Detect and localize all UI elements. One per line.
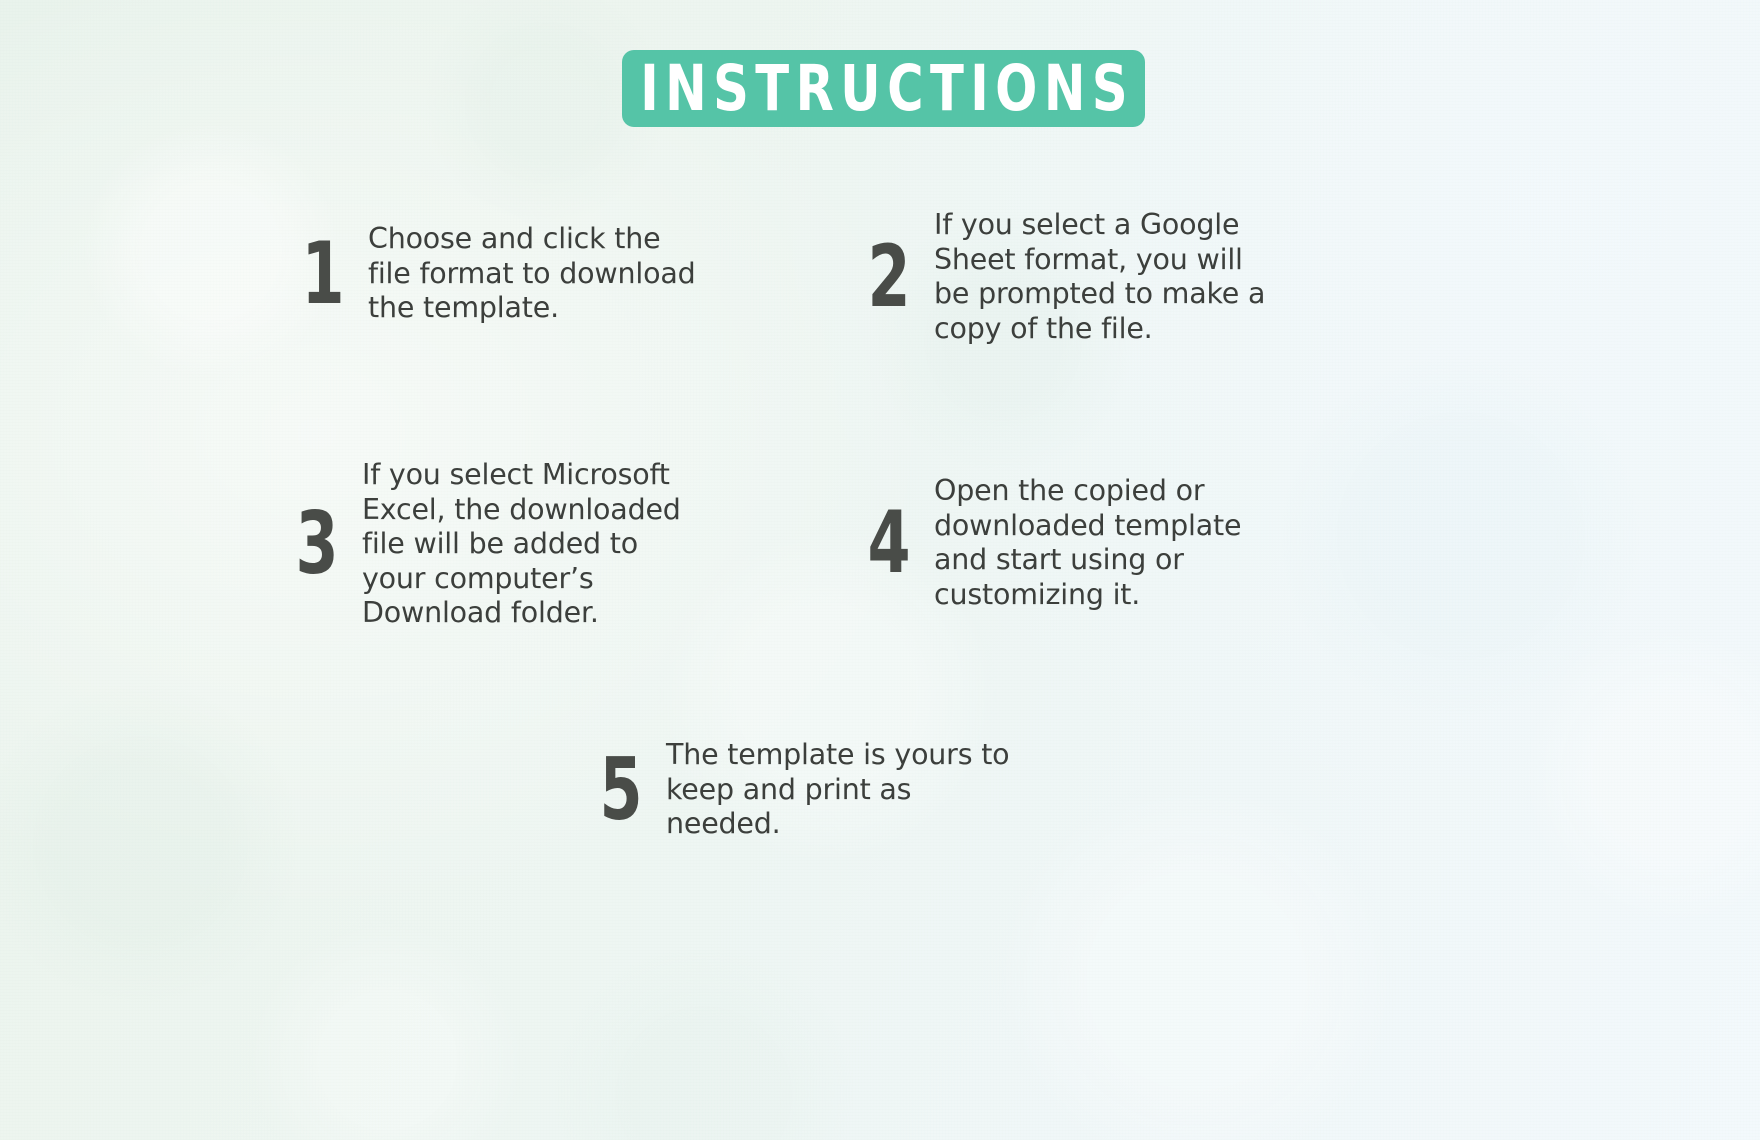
page-title: INSTRUCTIONS: [639, 51, 1134, 126]
step-text-1: Choose and click the file format to down…: [368, 222, 696, 324]
instructions-page: INSTRUCTIONS 1 Choose and click the file…: [0, 0, 1760, 1140]
instructions-title-banner: INSTRUCTIONS: [622, 50, 1145, 127]
step-number-1: 1: [301, 223, 345, 324]
step-number-2: 2: [867, 227, 911, 327]
step-text-2: If you select a Google Sheet format, you…: [934, 208, 1266, 345]
instruction-step-1: 1 Choose and click the file format to do…: [296, 222, 696, 326]
instruction-step-4: 4 Open the copied or downloaded template…: [862, 474, 1241, 612]
instruction-step-2: 2 If you select a Google Sheet format, y…: [862, 208, 1265, 346]
step-number-4: 4: [867, 493, 911, 593]
step-text-5: The template is yours to keep and print …: [666, 738, 1010, 840]
instruction-step-5: 5 The template is yours to keep and prin…: [594, 738, 1009, 842]
instruction-step-3: 3 If you select Microsoft Excel, the dow…: [290, 458, 681, 631]
step-number-3: 3: [295, 494, 339, 595]
step-text-3: If you select Microsoft Excel, the downl…: [362, 458, 681, 629]
step-text-4: Open the copied or downloaded template a…: [934, 474, 1242, 611]
step-number-5: 5: [599, 739, 643, 840]
